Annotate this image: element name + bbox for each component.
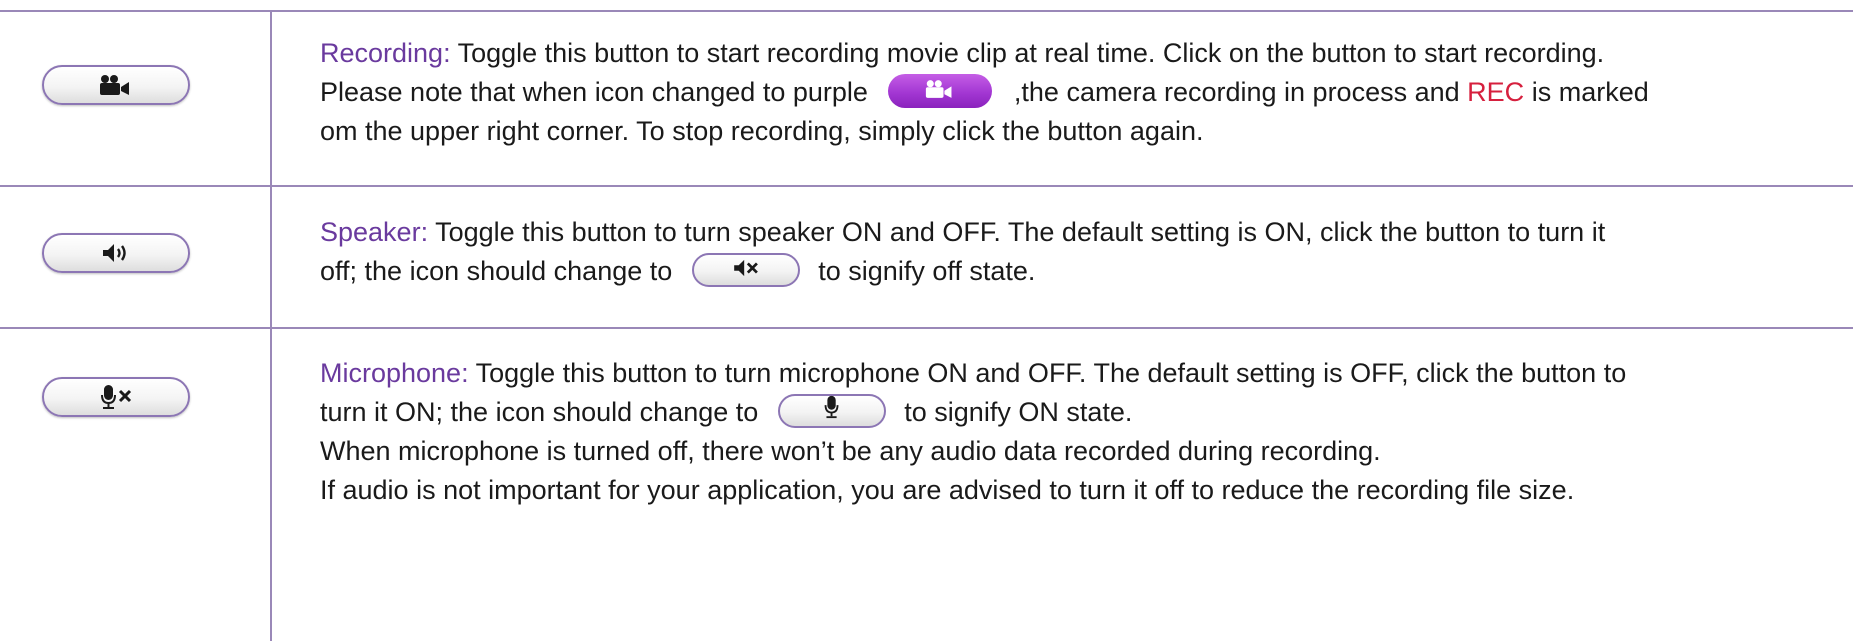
table-row-recording: Recording: Toggle this button to start r…: [0, 12, 1853, 185]
video-camera-icon: [925, 71, 955, 110]
description-text: If audio is not important for your appli…: [320, 475, 1575, 505]
video-camera-icon: [99, 74, 133, 96]
icon-cell: [0, 329, 270, 641]
icon-cell: [0, 187, 270, 327]
description-cell: Speaker: Toggle this button to turn spea…: [320, 213, 1845, 291]
description-text: to signify off state.: [818, 256, 1036, 286]
description-text: ,the camera recording in process and: [1013, 77, 1460, 107]
description-text: Toggle this button to turn speaker ON an…: [435, 217, 1606, 247]
description-text: Please note that when icon changed to pu…: [320, 77, 868, 107]
speaker-on-icon: [101, 242, 131, 264]
icon-cell: [0, 12, 270, 185]
microphone-icon: [821, 391, 843, 430]
description-text: is marked: [1531, 77, 1649, 107]
description-text: off; the icon should change to: [320, 256, 673, 286]
rec-indicator-text: REC: [1467, 77, 1525, 107]
description-text: Toggle this button to turn microphone ON…: [475, 358, 1627, 388]
microphone-on-button: [778, 391, 887, 430]
feature-table: Recording: Toggle this button to start r…: [0, 0, 1853, 641]
record-active-button: [887, 71, 992, 110]
description-text: to signify ON state.: [904, 397, 1133, 427]
feature-label: Microphone:: [320, 358, 469, 388]
feature-label: Recording:: [320, 38, 451, 68]
microphone-muted-icon: [99, 384, 133, 410]
speaker-muted-icon: [731, 250, 761, 289]
speaker-off-button: [692, 250, 801, 289]
description-text: When microphone is turned off, there won…: [320, 436, 1381, 466]
description-text: om the upper right corner. To stop recor…: [320, 116, 1204, 146]
description-cell: Microphone: Toggle this button to turn m…: [320, 354, 1845, 510]
table-row-microphone: Microphone: Toggle this button to turn m…: [0, 329, 1853, 641]
record-button[interactable]: [42, 65, 190, 105]
description-text: Toggle this button to start recording mo…: [457, 38, 1605, 68]
feature-label: Speaker:: [320, 217, 429, 247]
description-cell: Recording: Toggle this button to start r…: [320, 34, 1845, 151]
speaker-button[interactable]: [42, 233, 190, 273]
description-text: turn it ON; the icon should change to: [320, 397, 759, 427]
microphone-button[interactable]: [42, 377, 190, 417]
table-row-speaker: Speaker: Toggle this button to turn spea…: [0, 187, 1853, 327]
